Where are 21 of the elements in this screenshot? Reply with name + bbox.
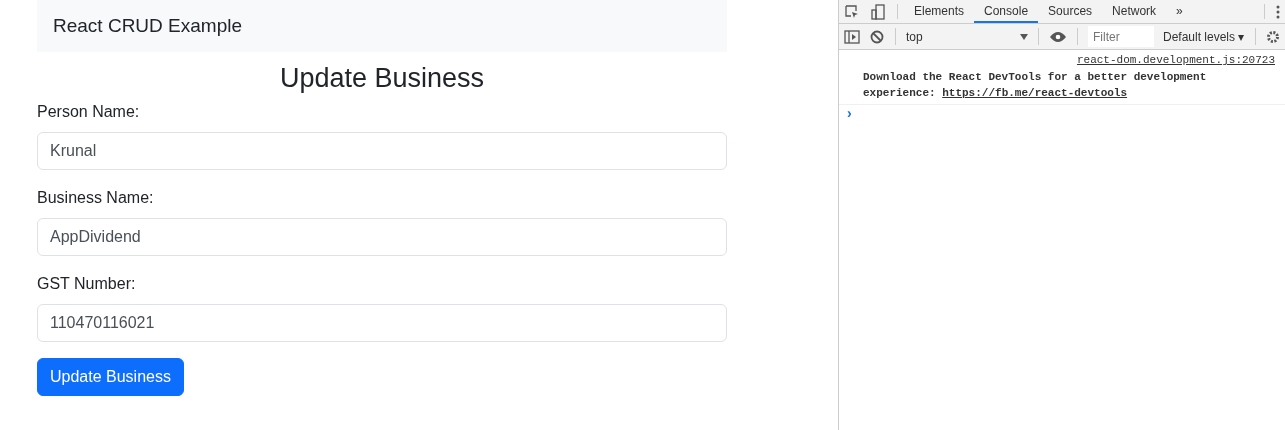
page-heading: Update Business bbox=[278, 62, 486, 95]
field-label: GST Number: bbox=[37, 274, 136, 295]
more-tabs-button[interactable]: » bbox=[1166, 0, 1193, 23]
levels-dropdown[interactable]: Default levels ▾ bbox=[1158, 24, 1250, 49]
input-field[interactable]: 110470116021 bbox=[37, 304, 727, 343]
filter-field[interactable]: Filter bbox=[1088, 26, 1154, 47]
console-prompt[interactable]: › bbox=[839, 104, 1285, 121]
context-dropdown[interactable]: top bbox=[902, 24, 1032, 49]
field-label: Business Name: bbox=[37, 188, 154, 209]
devtools-tab[interactable]: Network bbox=[1102, 0, 1167, 23]
devtools-tab[interactable]: Elements bbox=[904, 0, 975, 23]
input-field[interactable]: Krunal bbox=[37, 132, 727, 171]
console-message: Download the React DevTools for a better development experience: https://fb.me/react-devtools bbox=[863, 69, 1208, 101]
source-link[interactable]: react-dom.development.js:20723 bbox=[1076, 54, 1275, 66]
devtools-link[interactable]: https://fb.me/react-devtools bbox=[942, 87, 1128, 99]
devtools-tab[interactable]: Sources bbox=[1038, 0, 1103, 23]
field-label: Person Name: bbox=[37, 102, 140, 123]
brand-link[interactable]: React CRUD Example bbox=[53, 11, 242, 41]
input-field[interactable]: AppDividend bbox=[37, 218, 727, 257]
caret-icon bbox=[1020, 33, 1028, 40]
update-button[interactable]: Update Business bbox=[37, 358, 184, 397]
